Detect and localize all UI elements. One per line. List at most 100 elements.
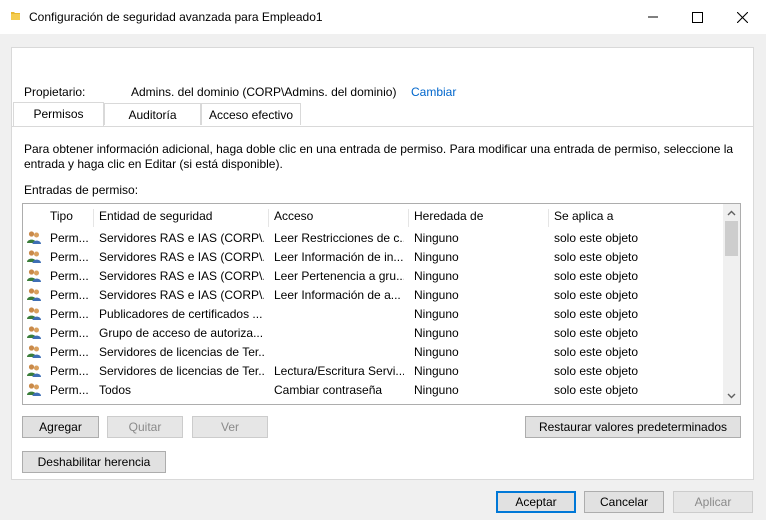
view-button[interactable]: Ver [192,416,268,438]
cell-acceso: Leer Información de a... [274,288,401,302]
cell-aplica: solo este objeto [554,250,639,264]
user-group-icon [26,249,42,264]
cell-tipo: Perm... [50,231,89,245]
user-group-icon [26,325,42,340]
cancel-button[interactable]: Cancelar [584,491,664,513]
cell-heredada: Ninguno [414,326,459,340]
cell-heredada: Ninguno [414,307,459,321]
cell-acceso: Lectura/Escritura Servi... [274,364,404,378]
info-text: Para obtener información adicional, haga… [24,142,734,171]
cell-aplica: solo este objeto [554,231,639,245]
cell-tipo: Perm... [50,383,89,397]
cell-entidad: Servidores RAS e IAS (CORP\... [99,288,264,302]
user-group-icon [26,306,42,321]
close-button[interactable] [719,0,765,34]
table-row[interactable]: Perm... Servidores de licencias de Ter...… [23,342,723,361]
table-row[interactable]: Perm... Grupo de acceso de autoriza... Nin… [23,323,723,342]
cell-aplica: solo este objeto [554,364,639,378]
owner-value: Admins. del dominio (CORP\Admins. del do… [131,85,397,99]
cell-aplica: solo este objeto [554,269,639,283]
permission-entries-list[interactable]: Tipo Entidad de seguridad Acceso Heredad… [22,203,741,405]
close-icon [736,11,748,23]
cell-entidad: Grupo de acceso de autoriza... [99,326,264,340]
dialog-content: Propietario: Admins. del dominio (CORP\A… [0,34,766,520]
cell-tipo: Perm... [50,345,89,359]
tab-divider [12,126,753,127]
cell-tipo: Perm... [50,307,89,321]
cell-heredada: Ninguno [414,250,459,264]
minimize-icon [648,16,658,18]
user-group-icon [26,287,42,302]
cell-aplica: solo este objeto [554,326,639,340]
tab-permisos[interactable]: Permisos [13,102,104,126]
user-group-icon [26,344,42,359]
cell-aplica: solo este objeto [554,307,639,321]
cell-acceso: Leer Pertenencia a gru... [274,269,404,283]
tab-auditoria[interactable]: Auditoría [104,103,201,125]
table-row[interactable]: Perm... Servidores RAS e IAS (CORP\... Lee… [23,266,723,285]
cell-heredada: Ninguno [414,231,459,245]
change-owner-link[interactable]: Cambiar [411,85,456,99]
disable-inheritance-button[interactable]: Deshabilitar herencia [22,451,166,473]
table-row[interactable]: Perm... Servidores RAS e IAS (CORP\... Lee… [23,285,723,304]
cell-acceso: Leer Restricciones de c... [274,231,404,245]
user-group-icon [26,230,42,245]
main-panel: Propietario: Admins. del dominio (CORP\A… [11,47,754,480]
cell-entidad: Servidores RAS e IAS (CORP\... [99,269,264,283]
column-header-acceso[interactable]: Acceso [269,209,409,227]
scroll-up-button[interactable] [723,204,740,221]
user-group-icon [26,363,42,378]
list-header: Tipo Entidad de seguridad Acceso Heredad… [23,204,723,228]
cell-heredada: Ninguno [414,269,459,283]
owner-label: Propietario: [24,85,86,99]
cell-heredada: Ninguno [414,364,459,378]
chevron-down-icon [727,393,736,398]
chevron-up-icon [727,210,736,215]
minimize-button[interactable] [630,0,676,34]
cell-entidad: Servidores RAS e IAS (CORP\... [99,250,264,264]
list-scrollbar[interactable] [723,204,740,404]
cell-acceso: Cambiar contraseña [274,383,383,397]
table-row[interactable]: Perm... Servidores de licencias de Ter...… [23,361,723,380]
table-row[interactable]: Perm... Servidores RAS e IAS (CORP\... Lee… [23,247,723,266]
cell-entidad: Publicadores de certificados ... [99,307,263,321]
table-row[interactable]: Perm... Todos Cambiar contraseña Ninguno sol… [23,380,723,399]
table-row[interactable]: Perm... Publicadores de certificados ... N… [23,304,723,323]
entries-label: Entradas de permiso: [24,183,139,197]
window-title: Configuración de seguridad avanzada para… [29,10,323,24]
cell-heredada: Ninguno [414,345,459,359]
cell-entidad: Todos [99,383,132,397]
cell-tipo: Perm... [50,288,89,302]
cell-aplica: solo este objeto [554,288,639,302]
maximize-button[interactable] [674,0,720,34]
title-bar: Configuración de seguridad avanzada para… [0,0,766,34]
column-header-heredada[interactable]: Heredada de [409,209,549,227]
tab-acceso-efectivo[interactable]: Acceso efectivo [201,103,301,125]
column-header-entidad[interactable]: Entidad de seguridad [94,209,269,227]
list-body: Perm... Servidores RAS e IAS (CORP\... Lee… [23,228,723,399]
cell-entidad: Servidores de licencias de Ter... [99,364,264,378]
restore-defaults-button[interactable]: Restaurar valores predeterminados [525,416,741,438]
scroll-thumb[interactable] [725,221,738,256]
folder-icon [11,12,20,20]
cell-tipo: Perm... [50,364,89,378]
column-header-tipo[interactable]: Tipo [45,209,94,227]
cell-tipo: Perm... [50,326,89,340]
cell-tipo: Perm... [50,269,89,283]
add-button[interactable]: Agregar [22,416,99,438]
cell-entidad: Servidores de licencias de Ter... [99,345,264,359]
cell-tipo: Perm... [50,250,89,264]
remove-button[interactable]: Quitar [107,416,183,438]
table-row[interactable]: Perm... Servidores RAS e IAS (CORP\... Lee… [23,228,723,247]
cell-heredada: Ninguno [414,383,459,397]
cell-heredada: Ninguno [414,288,459,302]
cell-acceso: Leer Información de in... [274,250,404,264]
user-group-icon [26,382,42,397]
column-header-aplica[interactable]: Se aplica a [549,209,723,227]
ok-button[interactable]: Aceptar [496,491,576,513]
scroll-down-button[interactable] [723,387,740,404]
cell-aplica: solo este objeto [554,383,639,397]
user-group-icon [26,268,42,283]
apply-button[interactable]: Aplicar [673,491,753,513]
cell-entidad: Servidores RAS e IAS (CORP\... [99,231,264,245]
